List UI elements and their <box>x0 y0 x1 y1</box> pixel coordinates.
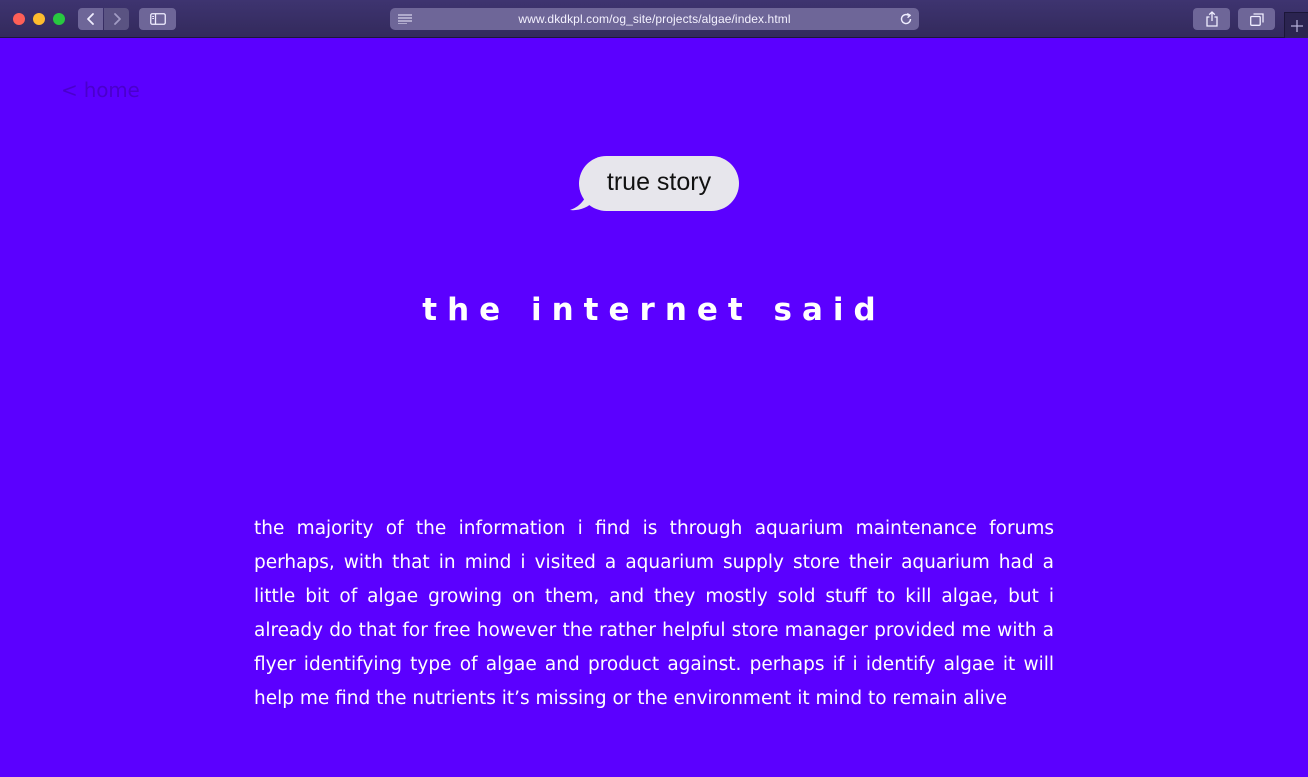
tab-overview-icon <box>1249 12 1264 26</box>
tab-overview-button[interactable] <box>1238 8 1275 30</box>
page-title: the internet said <box>422 292 886 328</box>
speech-bubble-text: true story <box>606 168 712 196</box>
address-bar[interactable]: www.dkdkpl.com/og_site/projects/algae/in… <box>390 8 919 30</box>
browser-toolbar: www.dkdkpl.com/og_site/projects/algae/in… <box>0 0 1308 38</box>
share-icon <box>1205 11 1218 27</box>
back-button[interactable] <box>78 8 103 30</box>
close-window-button[interactable] <box>13 13 25 25</box>
forward-button[interactable] <box>104 8 129 30</box>
minimize-window-button[interactable] <box>33 13 45 25</box>
sidebar-toggle-button[interactable] <box>139 8 176 30</box>
speech-bubble: true story <box>579 156 739 211</box>
reload-icon[interactable] <box>899 12 913 26</box>
home-link[interactable]: < home <box>61 78 140 102</box>
zoom-window-button[interactable] <box>53 13 65 25</box>
plus-icon <box>1290 19 1303 32</box>
share-button[interactable] <box>1193 8 1230 30</box>
page-content: < home true story the internet said the … <box>0 38 1308 777</box>
body-paragraph: the majority of the information i find i… <box>254 518 1054 709</box>
chevron-right-icon <box>113 13 121 25</box>
new-tab-button[interactable] <box>1284 12 1308 38</box>
sidebar-icon <box>149 13 166 25</box>
chevron-left-icon <box>86 13 94 25</box>
url-text: www.dkdkpl.com/og_site/projects/algae/in… <box>518 12 791 26</box>
